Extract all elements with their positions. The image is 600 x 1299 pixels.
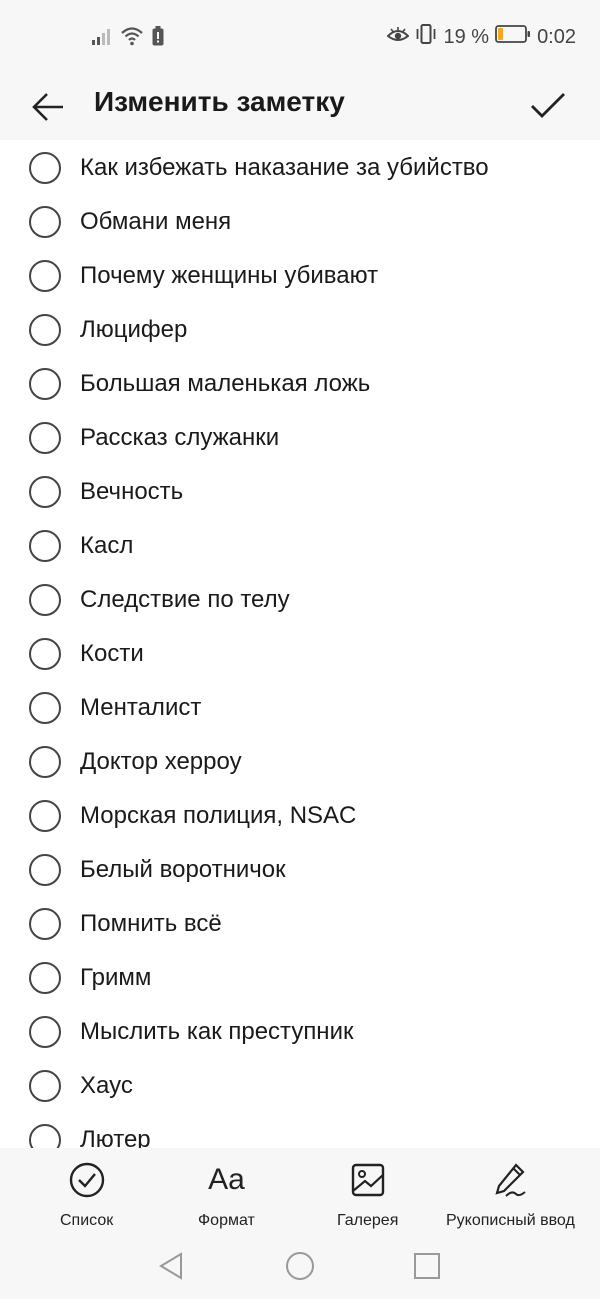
handwriting-tool-label: Рукописный ввод xyxy=(446,1212,575,1229)
checkbox-circle[interactable] xyxy=(29,800,61,832)
checkbox-circle[interactable] xyxy=(29,746,61,778)
image-icon xyxy=(351,1160,385,1200)
battery-percent: 19 % xyxy=(443,25,490,48)
checklist-item-label: Морская полиция, NSAC xyxy=(80,802,357,829)
checkbox-circle[interactable] xyxy=(29,152,61,184)
format-icon: Aa xyxy=(208,1160,245,1200)
checklist-item-label: Мыслить как преступник xyxy=(80,1018,354,1045)
checklist-item[interactable]: Гримм xyxy=(0,951,600,1005)
checklist-item-label: Лютер xyxy=(80,1126,151,1148)
format-tool-label: Формат xyxy=(198,1212,255,1229)
checklist-item[interactable]: Менталист xyxy=(0,681,600,735)
page-title: Изменить заметку xyxy=(94,86,345,117)
checklist-item-label: Белый воротничок xyxy=(80,856,286,883)
checkbox-circle[interactable] xyxy=(29,638,61,670)
checklist-item[interactable]: Доктор херроу xyxy=(0,735,600,789)
checkbox-circle[interactable] xyxy=(29,908,61,940)
checkbox-circle[interactable] xyxy=(29,854,61,886)
checklist-item[interactable]: Белый воротничок xyxy=(0,843,600,897)
vibrate-icon xyxy=(415,24,437,50)
back-button[interactable] xyxy=(26,82,70,132)
nav-recents-button[interactable] xyxy=(411,1250,443,1282)
checklist: Как избежать наказание за убийство Обмани… xyxy=(0,140,600,1148)
pen-icon xyxy=(492,1160,528,1200)
wifi-icon xyxy=(120,26,144,51)
status-left xyxy=(92,26,164,51)
checklist-item-label: Следствие по телу xyxy=(80,586,290,613)
checkbox-circle[interactable] xyxy=(29,530,61,562)
checkbox-circle[interactable] xyxy=(29,314,61,346)
checkbox-circle[interactable] xyxy=(29,1016,61,1048)
gallery-tool-button[interactable]: Галерея xyxy=(337,1160,398,1230)
square-recents-icon xyxy=(414,1253,440,1279)
circle-home-icon xyxy=(286,1252,314,1280)
checklist-item-label: Гримм xyxy=(80,964,152,991)
checklist-item[interactable]: Мыслить как преступник xyxy=(0,1005,600,1059)
status-right: 19 % 0:02 xyxy=(386,24,576,50)
checklist-item-label: Почему женщины убивают xyxy=(80,262,379,289)
checklist-item-label: Люцифер xyxy=(80,316,188,343)
checklist-item-label: Обмани меня xyxy=(80,208,232,235)
checkmark-icon xyxy=(531,93,565,118)
handwriting-tool-button[interactable]: Рукописный ввод xyxy=(446,1160,575,1230)
checklist-item[interactable]: Обмани меня xyxy=(0,195,600,249)
checklist-item[interactable]: Почему женщины убивают xyxy=(0,249,600,303)
signal-icon xyxy=(92,27,112,50)
checklist-item-label: Рассказ служанки xyxy=(80,424,280,451)
checklist-item[interactable]: Вечность xyxy=(0,465,600,519)
battery-icon xyxy=(495,25,531,49)
checklist-item-label: Доктор херроу xyxy=(80,748,242,775)
checklist-item-label: Менталист xyxy=(80,694,202,721)
checkbox-circle[interactable] xyxy=(29,368,61,400)
checkbox-circle[interactable] xyxy=(29,1070,61,1102)
checklist-item-label: Помнить всё xyxy=(80,910,222,937)
checklist-item-label: Вечность xyxy=(80,478,184,505)
eye-comfort-icon xyxy=(386,26,410,49)
checklist-icon xyxy=(68,1160,106,1200)
checklist-item[interactable]: Морская полиция, NSAC xyxy=(0,789,600,843)
nav-home-button[interactable] xyxy=(284,1250,316,1282)
checklist-item-label: Как избежать наказание за убийство xyxy=(80,154,489,181)
checklist-item[interactable]: Касл xyxy=(0,519,600,573)
checkbox-circle[interactable] xyxy=(29,1124,61,1148)
list-tool-label: Список xyxy=(60,1212,114,1229)
status-bar: 19 % 0:02 xyxy=(0,0,600,76)
checklist-item[interactable]: Как избежать наказание за убийство xyxy=(0,141,600,195)
app-header: Изменить заметку xyxy=(0,76,600,140)
checkbox-circle[interactable] xyxy=(29,206,61,238)
checklist-item[interactable]: Большая маленькая ложь xyxy=(0,357,600,411)
editor-toolbar: Список Aa Формат Галерея Рукописный ввод xyxy=(0,1148,600,1232)
clock: 0:02 xyxy=(537,25,576,48)
checklist-item[interactable]: Следствие по телу xyxy=(0,573,600,627)
checklist-item[interactable]: Люцифер xyxy=(0,303,600,357)
checkbox-circle[interactable] xyxy=(29,584,61,616)
format-glyph: Aa xyxy=(208,1163,245,1196)
system-nav-bar xyxy=(0,1232,600,1299)
checklist-item-label: Касл xyxy=(80,532,134,559)
checklist-item-label: Хаус xyxy=(80,1072,133,1099)
checklist-item-label: Большая маленькая ложь xyxy=(80,370,371,397)
checklist-item-label: Кости xyxy=(80,640,144,667)
checklist-item[interactable]: Помнить всё xyxy=(0,897,600,951)
gallery-tool-label: Галерея xyxy=(337,1212,399,1229)
arrow-left-icon xyxy=(32,93,63,121)
checkbox-circle[interactable] xyxy=(29,260,61,292)
checkbox-circle[interactable] xyxy=(29,422,61,454)
checklist-item[interactable]: Хаус xyxy=(0,1059,600,1113)
checkbox-circle[interactable] xyxy=(29,692,61,724)
nav-back-button[interactable] xyxy=(155,1250,187,1282)
confirm-button[interactable] xyxy=(520,80,576,132)
battery-alert-icon xyxy=(152,26,164,51)
checkbox-circle[interactable] xyxy=(29,962,61,994)
checklist-item[interactable]: Кости xyxy=(0,627,600,681)
checklist-item[interactable]: Рассказ служанки xyxy=(0,411,600,465)
checkbox-circle[interactable] xyxy=(29,476,61,508)
format-tool-button[interactable]: Aa Формат xyxy=(198,1160,255,1230)
checklist-item[interactable]: Лютер xyxy=(0,1113,600,1148)
list-tool-button[interactable]: Список xyxy=(60,1160,113,1230)
triangle-back-icon xyxy=(159,1252,182,1280)
